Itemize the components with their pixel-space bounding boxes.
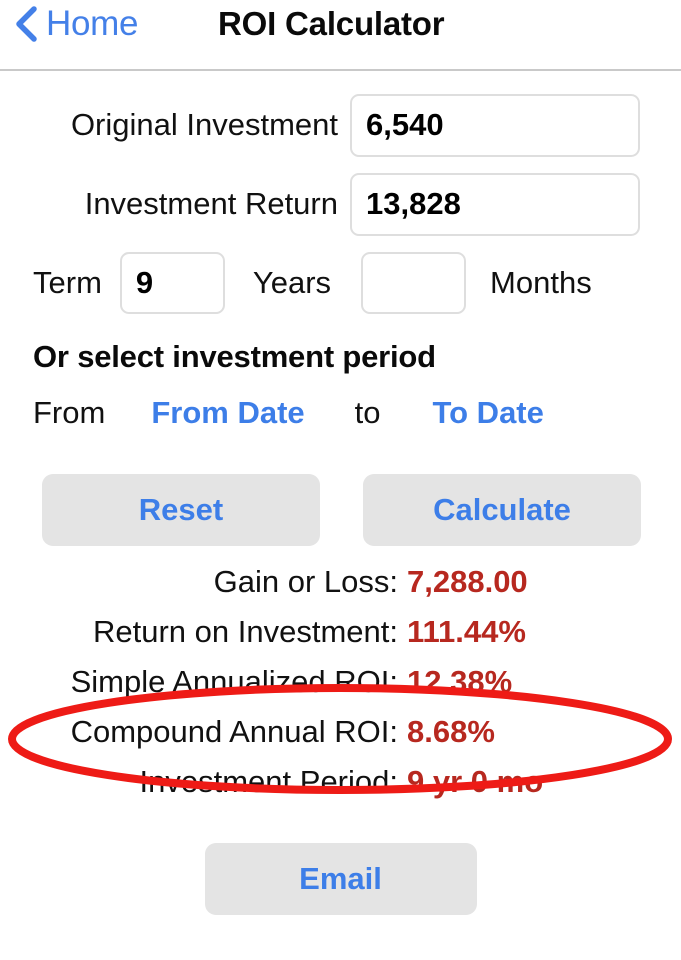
- results-panel: Gain or Loss: 7,288.00 Return on Investm…: [0, 564, 681, 814]
- term-years-input[interactable]: [119, 252, 225, 314]
- from-label: From: [33, 395, 106, 430]
- investment-return-input[interactable]: [350, 172, 640, 236]
- chevron-left-icon: [14, 5, 38, 43]
- result-label: Compound Annual ROI:: [70, 714, 398, 749]
- page-title: ROI Calculator: [218, 5, 445, 42]
- original-investment-row: Original Investment: [0, 91, 681, 159]
- reset-button[interactable]: Reset: [42, 474, 320, 546]
- result-value: 12.38%: [407, 664, 513, 699]
- result-row-simple-annualized-roi: Simple Annualized ROI: 12.38%: [0, 664, 681, 714]
- back-button-label: Home: [46, 4, 139, 43]
- result-row-gain-or-loss: Gain or Loss: 7,288.00: [0, 564, 681, 614]
- investment-return-row: Investment Return: [0, 170, 681, 238]
- term-months-input[interactable]: [361, 252, 467, 314]
- result-value: 8.68%: [407, 714, 495, 749]
- result-label: Simple Annualized ROI:: [70, 664, 398, 699]
- result-label: Investment Period:: [139, 764, 398, 799]
- to-date-button[interactable]: To Date: [433, 395, 544, 431]
- result-value: 111.44%: [407, 614, 526, 649]
- result-value: 9 yr 0 mo: [407, 764, 544, 799]
- email-button[interactable]: Email: [204, 843, 477, 915]
- result-row-compound-annual-roi: Compound Annual ROI: 8.68%: [0, 714, 681, 764]
- result-row-investment-period: Investment Period: 9 yr 0 mo: [0, 764, 681, 814]
- to-label: to: [354, 395, 381, 430]
- months-label: Months: [490, 265, 592, 300]
- term-row: Term Years Months: [0, 249, 681, 317]
- result-label: Return on Investment:: [93, 614, 398, 649]
- term-label: Term: [33, 265, 102, 300]
- calculate-button[interactable]: Calculate: [363, 474, 641, 546]
- back-button[interactable]: Home: [14, 4, 138, 44]
- email-button-row: Email: [0, 843, 681, 915]
- result-value: 7,288.00: [407, 564, 528, 599]
- action-button-row: Reset Calculate: [0, 474, 681, 546]
- result-label: Gain or Loss:: [213, 564, 398, 599]
- investment-return-label: Investment Return: [84, 186, 338, 221]
- years-label: Years: [252, 265, 332, 300]
- calculator-form: Original Investment Investment Return Te…: [0, 91, 681, 546]
- navigation-bar: Home ROI Calculator: [0, 0, 681, 71]
- original-investment-label: Original Investment: [70, 107, 338, 142]
- date-range-row: From From Date to To Date: [0, 395, 681, 431]
- from-date-button[interactable]: From Date: [151, 395, 304, 431]
- result-row-return-on-investment: Return on Investment: 111.44%: [0, 614, 681, 664]
- period-section-heading: Or select investment period: [33, 339, 436, 374]
- original-investment-input[interactable]: [350, 93, 640, 157]
